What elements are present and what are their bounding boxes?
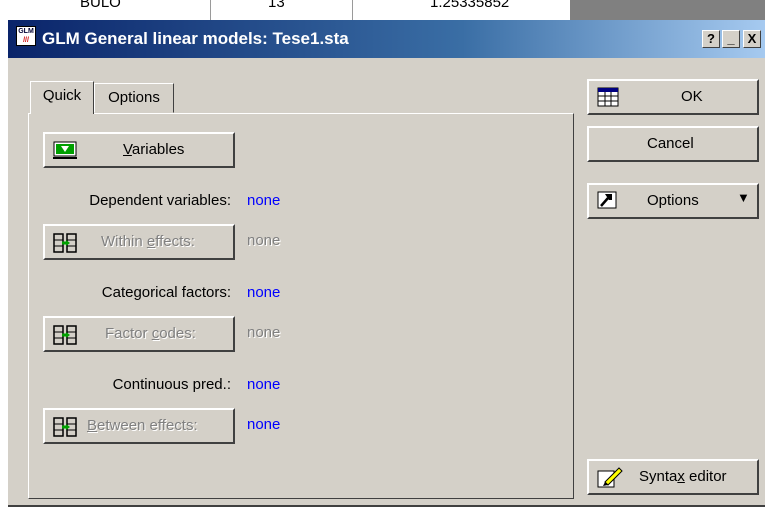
factor-codes-label: Factor codes: bbox=[105, 325, 196, 342]
dependent-variables-value[interactable]: none bbox=[247, 192, 280, 209]
between-effects-button[interactable]: Between effects: bbox=[43, 408, 235, 444]
between-effects-label: Between effects: bbox=[87, 417, 198, 434]
cancel-label: Cancel bbox=[647, 135, 694, 152]
syntax-editor-label: Syntax editor bbox=[639, 468, 727, 485]
continuous-pred-label: Continuous pred.: bbox=[112, 376, 231, 393]
variables-icon bbox=[53, 141, 77, 159]
dropdown-arrow-icon: ▼ bbox=[737, 190, 750, 205]
window-title: GLM General linear models: Tese1.sta bbox=[42, 29, 349, 48]
ok-label: OK bbox=[681, 88, 703, 105]
within-effects-button[interactable]: Within effects: bbox=[43, 224, 235, 260]
minimize-button[interactable]: _ bbox=[722, 30, 740, 48]
dependent-variables-label: Dependent variables: bbox=[89, 192, 231, 209]
between-effects-value[interactable]: none bbox=[247, 416, 280, 433]
help-button[interactable]: ? bbox=[702, 30, 720, 48]
bg-cell-text: BULO bbox=[80, 0, 121, 11]
within-effects-label: Within effects: bbox=[101, 233, 195, 250]
tab-quick[interactable]: Quick bbox=[30, 81, 94, 114]
variables-button[interactable]: Variables bbox=[43, 132, 235, 168]
title-bar[interactable]: GLM /// GLM General linear models: Tese1… bbox=[8, 20, 765, 58]
options-label: Options bbox=[647, 192, 699, 209]
tab-quick-label: Quick bbox=[42, 87, 82, 104]
app-icon-stripes: /// bbox=[23, 37, 29, 44]
categorical-factors-value[interactable]: none bbox=[247, 284, 280, 301]
hammer-icon bbox=[597, 191, 617, 209]
variables-label: Variables bbox=[123, 141, 185, 158]
bg-selected-cell bbox=[570, 0, 765, 20]
effects-grid-icon bbox=[53, 325, 77, 345]
pencil-note-icon bbox=[597, 467, 623, 488]
background-spreadsheet: BULO 13 1.25335852 bbox=[0, 0, 765, 20]
factor-codes-button[interactable]: Factor codes: bbox=[43, 316, 235, 352]
within-effects-value: none bbox=[247, 232, 281, 249]
glm-app-icon[interactable]: GLM /// bbox=[16, 26, 36, 46]
options-dropdown-button[interactable]: Options ▼ bbox=[587, 183, 759, 219]
bg-grid-line bbox=[352, 0, 353, 20]
bg-grid-line bbox=[210, 0, 211, 20]
continuous-pred-value[interactable]: none bbox=[247, 376, 280, 393]
close-button[interactable]: X bbox=[743, 30, 761, 48]
spreadsheet-icon bbox=[597, 87, 619, 107]
syntax-editor-button[interactable]: Syntax editor bbox=[587, 459, 759, 495]
cancel-button[interactable]: Cancel bbox=[587, 126, 759, 162]
quick-tab-panel: Variables Dependent variables: none With… bbox=[28, 113, 574, 499]
glm-dialog: GLM /// GLM General linear models: Tese1… bbox=[8, 20, 765, 507]
app-icon-text: GLM bbox=[18, 28, 34, 35]
factor-codes-value: none bbox=[247, 324, 281, 341]
categorical-factors-label: Categorical factors: bbox=[101, 284, 231, 301]
effects-grid-icon bbox=[53, 233, 77, 253]
tab-options[interactable]: Options bbox=[94, 83, 174, 113]
tab-options-label: Options bbox=[108, 89, 160, 106]
effects-grid-icon bbox=[53, 417, 77, 437]
ok-button[interactable]: OK bbox=[587, 79, 759, 115]
bg-cell-text: 1.25335852 bbox=[430, 0, 510, 11]
bg-cell-text: 13 bbox=[268, 0, 285, 11]
